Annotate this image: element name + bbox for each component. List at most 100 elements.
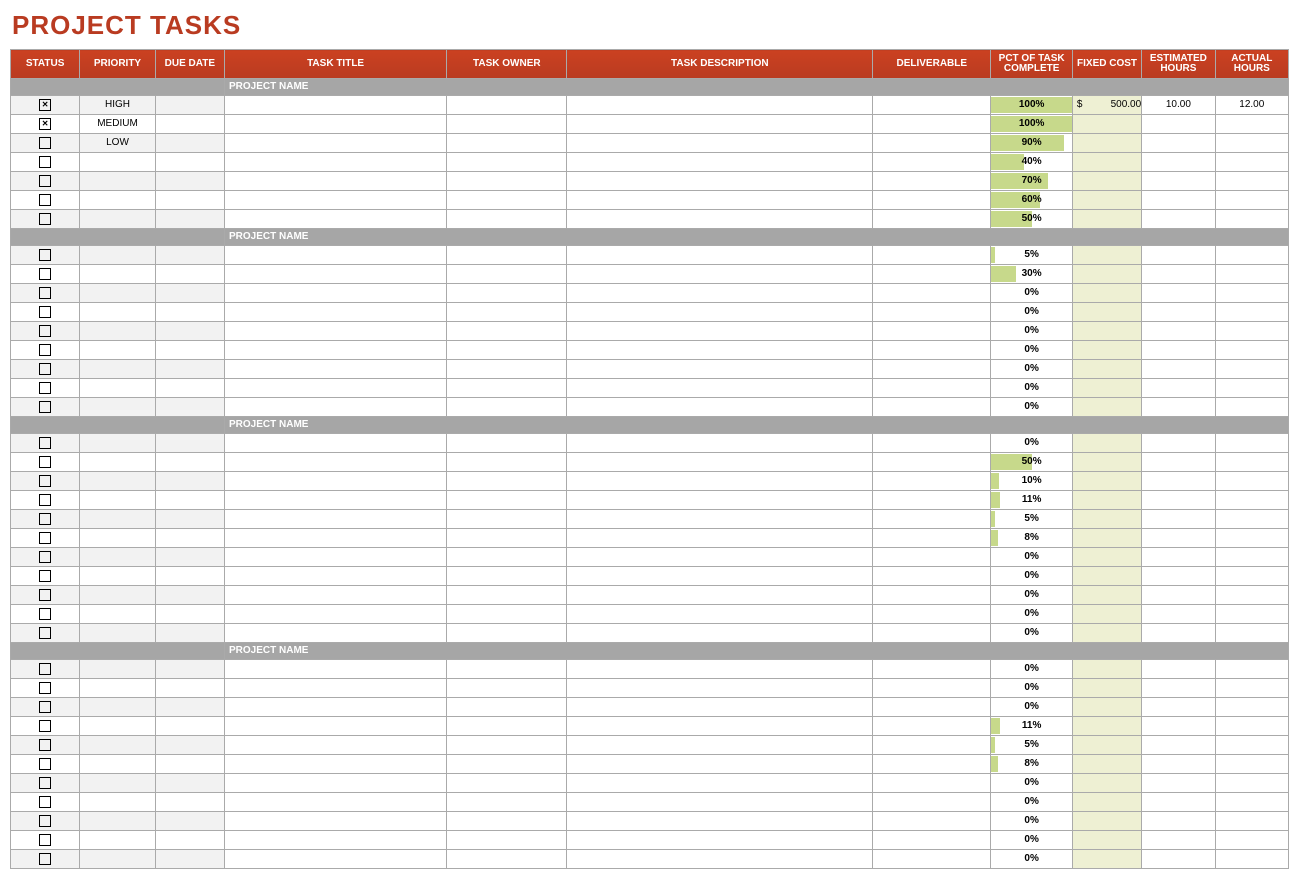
pct-complete-cell[interactable]: 0% (991, 322, 1073, 341)
act-hours-cell[interactable] (1215, 586, 1288, 605)
due-date-cell[interactable] (155, 341, 224, 360)
fixed-cost-cell[interactable] (1072, 736, 1141, 755)
est-hours-cell[interactable] (1142, 679, 1215, 698)
due-date-cell[interactable] (155, 172, 224, 191)
fixed-cost-cell[interactable] (1072, 586, 1141, 605)
act-hours-cell[interactable] (1215, 812, 1288, 831)
status-cell[interactable] (11, 303, 80, 322)
priority-cell[interactable]: MEDIUM (80, 115, 155, 134)
priority-cell[interactable] (80, 360, 155, 379)
task-owner-cell[interactable] (447, 736, 567, 755)
priority-cell[interactable] (80, 153, 155, 172)
task-owner-cell[interactable] (447, 303, 567, 322)
deliverable-cell[interactable] (873, 472, 991, 491)
task-owner-cell[interactable] (447, 717, 567, 736)
deliverable-cell[interactable] (873, 491, 991, 510)
task-owner-cell[interactable] (447, 341, 567, 360)
priority-cell[interactable] (80, 322, 155, 341)
priority-cell[interactable] (80, 284, 155, 303)
task-description-cell[interactable] (567, 379, 873, 398)
est-hours-cell[interactable] (1142, 134, 1215, 153)
due-date-cell[interactable] (155, 567, 224, 586)
task-description-cell[interactable] (567, 453, 873, 472)
est-hours-cell[interactable] (1142, 812, 1215, 831)
est-hours-cell[interactable] (1142, 246, 1215, 265)
task-title-cell[interactable] (225, 322, 447, 341)
task-title-cell[interactable] (225, 774, 447, 793)
est-hours-cell[interactable] (1142, 736, 1215, 755)
fixed-cost-cell[interactable] (1072, 115, 1141, 134)
pct-complete-cell[interactable]: 50% (991, 210, 1073, 229)
due-date-cell[interactable] (155, 698, 224, 717)
task-title-cell[interactable] (225, 831, 447, 850)
fixed-cost-cell[interactable] (1072, 246, 1141, 265)
pct-complete-cell[interactable]: 5% (991, 736, 1073, 755)
fixed-cost-cell[interactable] (1072, 191, 1141, 210)
due-date-cell[interactable] (155, 472, 224, 491)
status-cell[interactable] (11, 434, 80, 453)
status-cell[interactable] (11, 341, 80, 360)
priority-cell[interactable] (80, 717, 155, 736)
act-hours-cell[interactable] (1215, 322, 1288, 341)
task-title-cell[interactable] (225, 812, 447, 831)
status-checkbox[interactable] (39, 663, 51, 675)
fixed-cost-cell[interactable] (1072, 548, 1141, 567)
task-owner-cell[interactable] (447, 210, 567, 229)
act-hours-cell[interactable] (1215, 793, 1288, 812)
task-title-cell[interactable] (225, 698, 447, 717)
priority-cell[interactable] (80, 303, 155, 322)
fixed-cost-cell[interactable] (1072, 850, 1141, 869)
task-title-cell[interactable] (225, 755, 447, 774)
task-owner-cell[interactable] (447, 660, 567, 679)
deliverable-cell[interactable] (873, 341, 991, 360)
status-cell[interactable] (11, 586, 80, 605)
status-checkbox[interactable] (39, 720, 51, 732)
deliverable-cell[interactable] (873, 115, 991, 134)
status-cell[interactable] (11, 134, 80, 153)
status-checkbox[interactable] (39, 834, 51, 846)
due-date-cell[interactable] (155, 548, 224, 567)
pct-complete-cell[interactable]: 0% (991, 698, 1073, 717)
est-hours-cell[interactable] (1142, 605, 1215, 624)
task-description-cell[interactable] (567, 717, 873, 736)
task-description-cell[interactable] (567, 191, 873, 210)
fixed-cost-cell[interactable] (1072, 472, 1141, 491)
deliverable-cell[interactable] (873, 379, 991, 398)
task-title-cell[interactable] (225, 510, 447, 529)
status-checkbox[interactable] (39, 156, 51, 168)
act-hours-cell[interactable] (1215, 153, 1288, 172)
status-cell[interactable] (11, 624, 80, 643)
status-checkbox[interactable] (39, 194, 51, 206)
task-owner-cell[interactable] (447, 379, 567, 398)
pct-complete-cell[interactable]: 100% (991, 96, 1073, 115)
fixed-cost-cell[interactable] (1072, 624, 1141, 643)
due-date-cell[interactable] (155, 510, 224, 529)
act-hours-cell[interactable] (1215, 679, 1288, 698)
fixed-cost-cell[interactable] (1072, 774, 1141, 793)
priority-cell[interactable] (80, 453, 155, 472)
est-hours-cell[interactable] (1142, 453, 1215, 472)
act-hours-cell[interactable] (1215, 341, 1288, 360)
task-description-cell[interactable] (567, 341, 873, 360)
act-hours-cell[interactable] (1215, 717, 1288, 736)
priority-cell[interactable] (80, 510, 155, 529)
act-hours-cell[interactable] (1215, 172, 1288, 191)
est-hours-cell[interactable] (1142, 624, 1215, 643)
pct-complete-cell[interactable]: 0% (991, 831, 1073, 850)
task-owner-cell[interactable] (447, 586, 567, 605)
status-cell[interactable] (11, 567, 80, 586)
task-title-cell[interactable] (225, 303, 447, 322)
est-hours-cell[interactable] (1142, 717, 1215, 736)
est-hours-cell[interactable] (1142, 398, 1215, 417)
task-owner-cell[interactable] (447, 548, 567, 567)
status-cell[interactable] (11, 698, 80, 717)
status-cell[interactable] (11, 453, 80, 472)
act-hours-cell[interactable] (1215, 567, 1288, 586)
status-checkbox[interactable] (39, 344, 51, 356)
priority-cell[interactable] (80, 434, 155, 453)
deliverable-cell[interactable] (873, 246, 991, 265)
act-hours-cell[interactable] (1215, 736, 1288, 755)
status-cell[interactable] (11, 322, 80, 341)
est-hours-cell[interactable] (1142, 831, 1215, 850)
status-checkbox[interactable] (39, 118, 51, 130)
